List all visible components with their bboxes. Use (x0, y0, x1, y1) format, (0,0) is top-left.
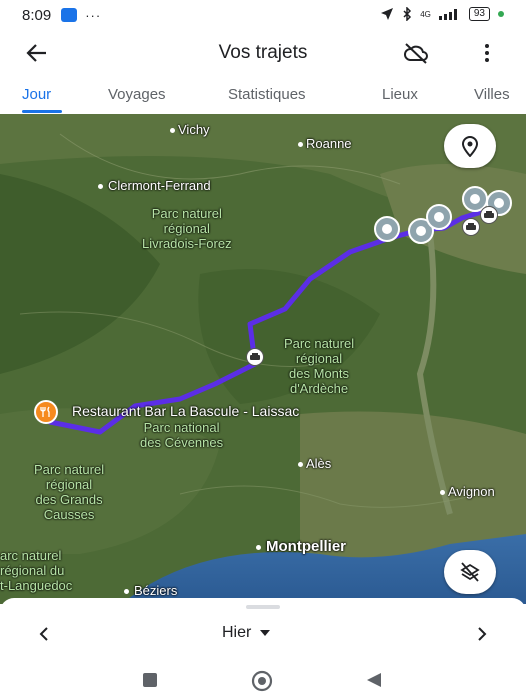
city-dot (256, 545, 261, 550)
park-label-line: Parc national (143, 420, 220, 435)
park-label-line: régional (163, 221, 210, 236)
app-bar: Vos trajets (0, 30, 526, 76)
city-label-roanne: Roanne (306, 136, 352, 151)
cloud-off-icon (404, 43, 428, 64)
park-label-line: t-Languedoc (0, 578, 73, 593)
city-label-clermont-ferrand: Clermont-Ferrand (108, 178, 211, 193)
restaurant-pin[interactable] (34, 400, 58, 424)
city-dot (298, 142, 303, 147)
city-label-beziers: Béziers (134, 583, 178, 598)
park-label-cevennes: Parc national des Cévennes (140, 420, 223, 450)
system-navigation-bar (0, 664, 526, 700)
car-icon (484, 211, 494, 218)
green-dot-icon (498, 11, 504, 17)
car-activity-marker[interactable] (246, 348, 264, 366)
previous-day-button[interactable] (34, 622, 54, 646)
layers-off-icon (460, 562, 480, 582)
park-label-line: régional (45, 477, 93, 492)
visited-place-pin[interactable] (374, 216, 400, 242)
drag-handle[interactable] (246, 605, 280, 609)
park-label-line: arc naturel (0, 548, 62, 563)
status-icons: 4G 93 (380, 7, 504, 21)
more-vert-icon (485, 44, 489, 62)
status-bar: 8:09 ··· 4G 93 (0, 0, 526, 30)
restaurant-label[interactable]: Restaurant Bar La Bascule - Laissac (72, 403, 299, 419)
tab-statistiques[interactable]: Statistiques (228, 86, 306, 103)
more-notifications-indicator: ··· (85, 7, 102, 23)
park-label-monts-ardeche: Parc naturel régional des Monts d'Ardèch… (284, 336, 354, 396)
city-label-ales: Alès (306, 456, 332, 471)
status-time: 8:09 (22, 6, 52, 24)
page-title: Vos trajets (218, 42, 308, 63)
car-activity-marker[interactable] (480, 206, 498, 224)
date-label: Hier (222, 624, 252, 641)
park-label-livradois-forez: Parc naturel régional Livradois-Forez (142, 206, 232, 251)
city-dot (98, 184, 103, 189)
park-label-line: Parc naturel (34, 462, 105, 477)
chevron-left-icon (39, 627, 48, 641)
park-label-haut-languedoc: arc naturel régional du t-Languedoc (0, 548, 72, 593)
navigation-icon (381, 8, 394, 20)
city-dot (440, 490, 445, 495)
cloud-off-button[interactable] (402, 40, 430, 66)
park-label-line: Causses (43, 507, 95, 522)
more-options-button[interactable] (476, 40, 498, 66)
park-label-line: des Monts (289, 366, 350, 381)
battery-indicator: 93 (468, 7, 490, 21)
date-navigation: Hier (0, 622, 526, 648)
tab-villes[interactable]: Villes (474, 86, 510, 103)
park-label-line: Parc naturel (151, 206, 222, 221)
circle-icon (251, 670, 273, 692)
city-label-avignon: Avignon (448, 484, 495, 499)
map-view[interactable]: Vichy Roanne Clermont-Ferrand Alès Avign… (0, 114, 526, 604)
location-pin-icon (461, 136, 479, 157)
car-icon (466, 223, 476, 230)
signal-text: 4G (420, 9, 431, 19)
app-notification-icon (61, 8, 78, 22)
visited-place-pin[interactable] (426, 204, 452, 230)
signal-icon (438, 9, 457, 20)
city-dot (170, 128, 175, 133)
tab-lieux[interactable]: Lieux (382, 86, 418, 103)
chevron-right-icon (478, 627, 487, 641)
park-label-line: Livradois-Forez (142, 236, 232, 251)
park-label-line: d'Ardèche (289, 381, 349, 396)
home-button[interactable] (250, 670, 274, 697)
city-dot (124, 589, 129, 594)
park-label-line: régional du (0, 563, 65, 578)
park-label-line: régional (295, 351, 343, 366)
park-label-line: des Cévennes (140, 435, 224, 450)
tab-jour[interactable]: Jour (22, 86, 51, 103)
city-label-montpellier: Montpellier (266, 538, 347, 555)
dropdown-arrow-icon (260, 630, 271, 636)
triangle-back-icon (367, 673, 381, 687)
places-button[interactable] (444, 124, 496, 168)
active-tab-indicator (22, 110, 62, 113)
tab-bar: Jour Voyages Statistiques Lieux Villes (0, 80, 526, 114)
system-back-button[interactable] (364, 670, 384, 695)
bluetooth-icon (403, 7, 412, 21)
hide-route-button[interactable] (444, 550, 496, 594)
date-selector[interactable]: Hier (222, 624, 271, 642)
next-day-button[interactable] (472, 622, 492, 646)
restaurant-icon (40, 406, 50, 417)
park-label-line: des Grands (35, 492, 103, 507)
city-dot (298, 462, 303, 467)
car-activity-marker[interactable] (462, 218, 480, 236)
city-label-vichy: Vichy (178, 122, 210, 137)
recents-button[interactable] (140, 670, 160, 695)
square-icon (143, 673, 157, 687)
park-label-line: Parc naturel (284, 336, 355, 351)
car-icon (250, 353, 260, 360)
park-label-grands-causses: Parc naturel régional des Grands Causses (34, 462, 104, 522)
tab-voyages[interactable]: Voyages (108, 86, 166, 103)
